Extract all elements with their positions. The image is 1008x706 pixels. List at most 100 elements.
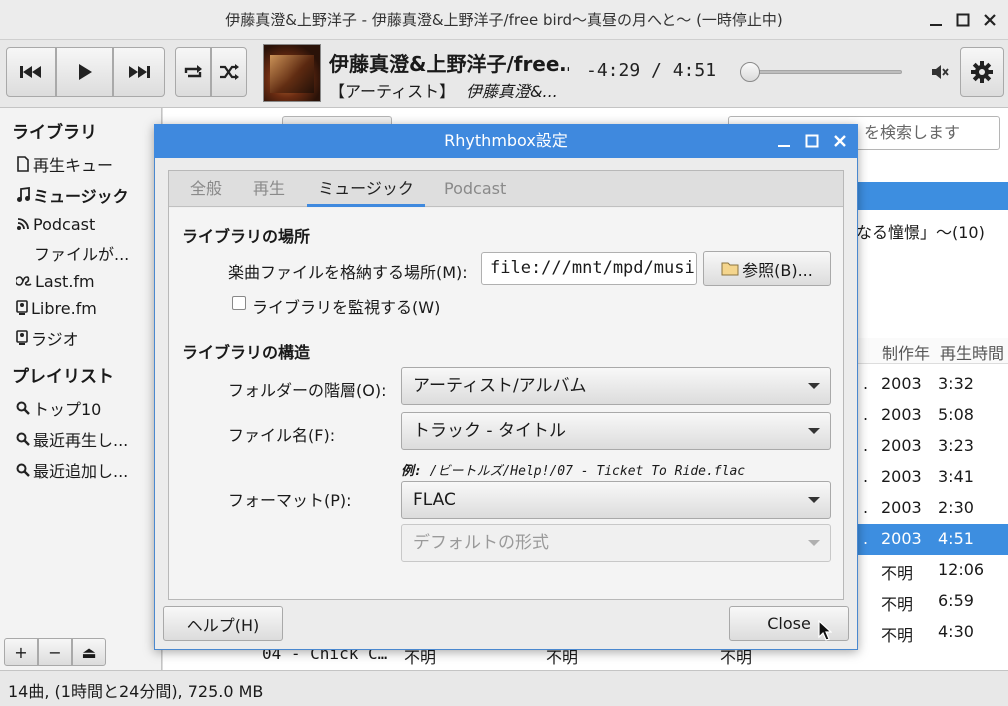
table-cell-duration: 12:06 — [938, 560, 985, 579]
table-cell-duration: 3:32 — [938, 374, 974, 393]
format-preset-value: デフォルトの形式 — [413, 533, 549, 553]
table-cell-year: 2003 — [881, 498, 922, 517]
folder-hierarchy-select[interactable]: アーティスト/アルバム — [401, 367, 831, 405]
shuffle-button[interactable] — [211, 47, 247, 97]
filename-select[interactable]: トラック - タイトル — [401, 412, 831, 450]
mouse-cursor-icon — [818, 620, 832, 641]
table-cell-year: 不明 — [881, 626, 914, 645]
table-row[interactable]: 不明 6:59 — [855, 586, 1008, 617]
album-list-item[interactable]: なる憧憬」〜(10) — [856, 219, 985, 243]
library-location-input[interactable]: file:///mnt/mpd/music — [481, 252, 697, 285]
table-cell-year: 不明 — [881, 564, 914, 583]
table-cell-fragment: . — [863, 374, 869, 393]
sidebar-item-label: Podcast — [33, 214, 96, 234]
sidebar-item-radio[interactable]: ラジオ — [16, 326, 79, 350]
search-icon — [16, 463, 30, 477]
sidebar-item-podcast[interactable]: Podcast — [16, 212, 95, 236]
folder-hierarchy-value: アーティスト/アルバム — [413, 376, 587, 396]
sidebar-item-label: Libre.fm — [31, 298, 97, 318]
sidebar-item-files[interactable]: ファイルが... — [34, 241, 129, 265]
playback-time: -4:29 / 4:51 — [586, 60, 717, 81]
table-cell-fragment: . — [863, 405, 869, 424]
sidebar-item-librefm[interactable]: Libre.fm — [16, 296, 97, 320]
table-cell-duration: 4:51 — [938, 529, 974, 548]
format-preset-select: デフォルトの形式 — [401, 524, 831, 562]
eject-button[interactable]: ⏏ — [72, 638, 106, 666]
sidebar-library-header: ライブラリ — [12, 122, 97, 143]
repeat-icon — [184, 65, 202, 78]
table-cell-year: 2003 — [881, 405, 922, 424]
table-cell-year: 2003 — [881, 436, 922, 455]
format-select[interactable]: FLAC — [401, 481, 831, 519]
format-value: FLAC — [413, 490, 456, 510]
filename-label: ファイル名(F): — [228, 426, 336, 445]
sidebar-bottom-toolbar: + − ⏏ — [4, 638, 106, 666]
sidebar-item-label: ラジオ — [31, 330, 79, 349]
browse-location-button[interactable]: 参照(B)... — [703, 251, 831, 286]
play-button[interactable] — [56, 47, 113, 97]
gear-icon — [971, 61, 993, 83]
sidebar-item-label: Last.fm — [35, 271, 95, 291]
dialog-close-icon[interactable] — [830, 131, 850, 151]
podcast-icon — [17, 218, 29, 230]
dialog-minimize-icon[interactable] — [774, 131, 794, 151]
folder-icon — [721, 262, 739, 276]
table-row[interactable]: . 2003 4:51 — [855, 524, 1008, 555]
now-playing-title: 伊藤真澄&上野洋子/free… — [329, 52, 569, 76]
maximize-icon[interactable] — [953, 10, 973, 30]
settings-button[interactable] — [960, 47, 1004, 97]
library-structure-heading: ライブラリの構造 — [182, 343, 311, 362]
dropdown-arrow-icon — [808, 497, 820, 503]
help-button[interactable]: ヘルプ(H) — [163, 606, 283, 641]
sidebar-item-play-queue[interactable]: 再生キュー — [16, 152, 113, 176]
table-cell-year: 2003 — [881, 467, 922, 486]
tab-playback[interactable]: 再生 — [249, 171, 289, 207]
remove-playlist-button[interactable]: − — [38, 638, 72, 666]
filename-example: 例: /ビートルズ/Help!/07 - Ticket To Ride.flac — [401, 460, 745, 479]
add-playlist-button[interactable]: + — [4, 638, 38, 666]
play-icon — [78, 64, 92, 80]
sidebar-playlist-recently-added[interactable]: 最近追加し... — [16, 458, 128, 482]
watch-library-checkbox[interactable] — [232, 296, 246, 310]
sidebar-playlist-recently-played[interactable]: 最近再生し... — [16, 427, 128, 451]
table-cell-duration: 5:08 — [938, 405, 974, 424]
selected-album-row[interactable] — [855, 182, 1008, 210]
table-cell-year: 2003 — [881, 374, 922, 393]
table-row[interactable]: . 2003 5:08 — [855, 400, 1008, 431]
dialog-maximize-icon[interactable] — [802, 131, 822, 151]
dropdown-arrow-icon — [808, 540, 820, 546]
table-row[interactable]: 不明 4:30 — [855, 617, 1008, 648]
tab-podcast[interactable]: Podcast — [440, 171, 510, 207]
minimize-icon[interactable] — [926, 10, 946, 30]
seek-slider[interactable] — [742, 70, 902, 74]
status-text: 14曲, (1時間と24分間), 725.0 MB — [8, 682, 264, 701]
volume-muted-icon[interactable] — [930, 62, 950, 82]
table-row[interactable]: . 2003 3:41 — [855, 462, 1008, 493]
tab-general[interactable]: 全般 — [186, 171, 226, 207]
sidebar-playlist-top10[interactable]: トップ10 — [16, 396, 101, 420]
dialog-title: Rhythmbox設定 — [444, 131, 568, 150]
table-cell-fragment: . — [863, 436, 869, 455]
watch-library-label[interactable]: ライブラリを監視する(W) — [252, 294, 440, 318]
next-button[interactable] — [113, 47, 165, 97]
lastfm-icon — [16, 276, 32, 286]
table-cell-fragment: . — [863, 467, 869, 486]
close-icon[interactable] — [980, 10, 1000, 30]
table-row[interactable]: . 2003 3:32 — [855, 369, 1008, 400]
column-duration[interactable]: 再生時間 — [940, 340, 1004, 364]
sidebar-item-lastfm[interactable]: Last.fm — [16, 269, 95, 293]
column-year[interactable]: 制作年 — [882, 340, 930, 364]
seek-slider-handle[interactable] — [740, 62, 760, 82]
table-cell-duration: 2:30 — [938, 498, 974, 517]
table-row[interactable]: 不明 12:06 — [855, 555, 1008, 586]
repeat-button[interactable] — [175, 47, 211, 97]
table-cell-year: 不明 — [881, 595, 914, 614]
sidebar-item-label: 最近追加し... — [33, 462, 129, 481]
tab-music[interactable]: ミュージック — [307, 171, 425, 207]
table-row[interactable]: . 2003 2:30 — [855, 493, 1008, 524]
sidebar-item-music[interactable]: ミュージック — [16, 183, 129, 207]
previous-button[interactable] — [6, 47, 56, 97]
table-row[interactable]: . 2003 3:23 — [855, 431, 1008, 462]
now-playing-artist: 伊藤真澄&... — [466, 82, 558, 101]
table-cell-duration: 3:41 — [938, 467, 974, 486]
